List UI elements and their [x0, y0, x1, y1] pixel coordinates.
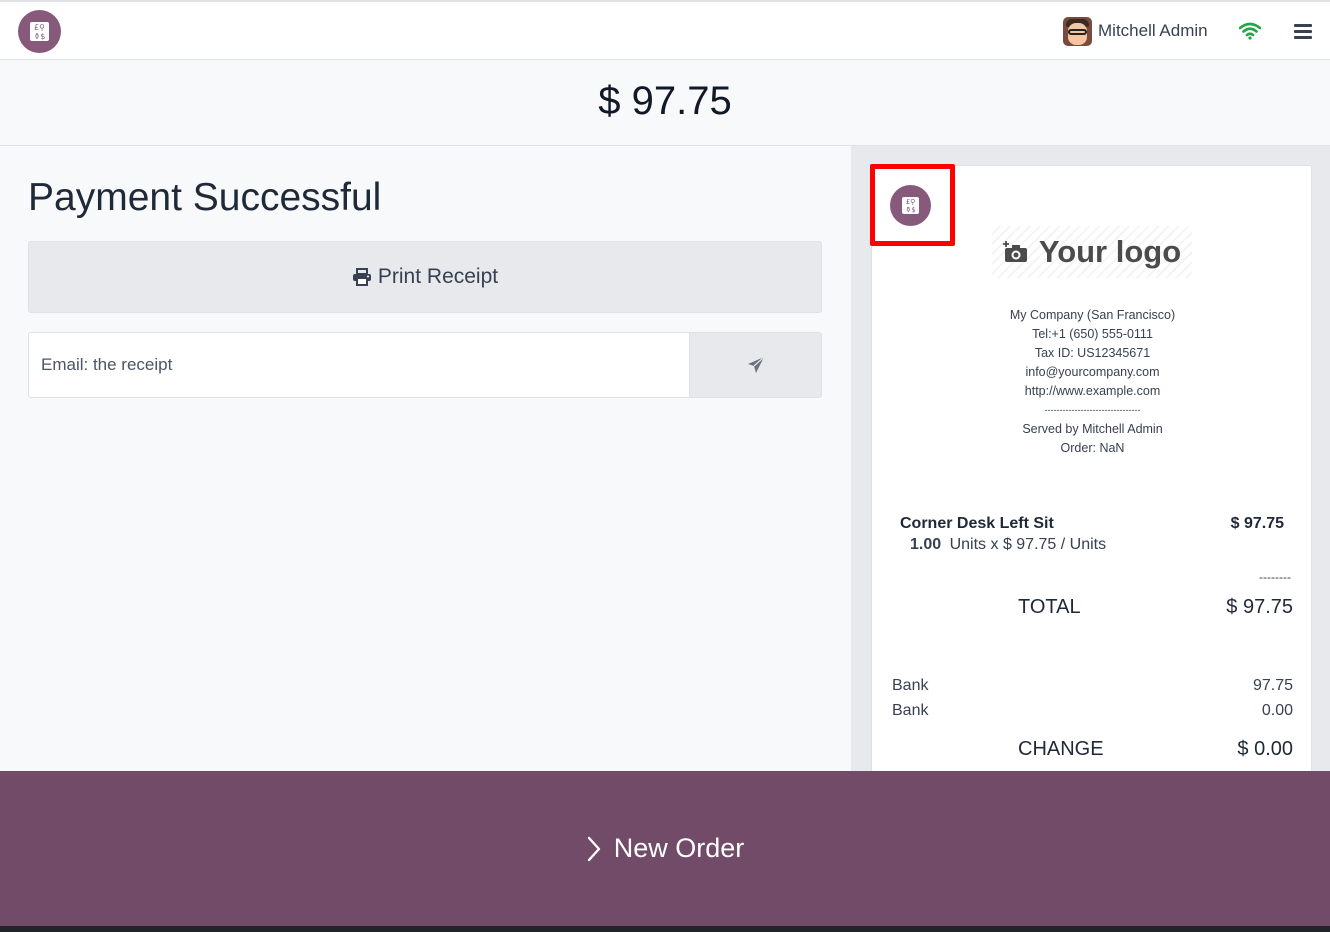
logo-placeholder: Your logo — [992, 226, 1192, 278]
print-receipt-button[interactable]: Print Receipt — [28, 241, 822, 313]
new-order-label: New Order — [613, 833, 745, 863]
line-product-name: Corner Desk Left Sit — [900, 515, 1054, 532]
line-unit-detail: Units x $ 97.75 / Units — [949, 536, 1107, 553]
send-email-button[interactable] — [689, 332, 822, 398]
company-phone: Tel:+1 (650) 555-0111 — [1032, 327, 1153, 341]
payment-amount: 0.00 — [1261, 702, 1293, 719]
chevron-right-icon — [587, 836, 600, 861]
payment-method: Bank — [892, 702, 929, 719]
receipt-line-item: Corner Desk Left Sit $ 97.75 1.00 Units … — [900, 515, 1284, 554]
company-tax-id: Tax ID: US12345671 — [1034, 346, 1151, 360]
company-name: My Company (San Francisco) — [1009, 308, 1176, 322]
user-name[interactable]: Mitchell Admin — [1098, 21, 1208, 41]
company-email: info@yourcompany.com — [1025, 365, 1160, 379]
line-price: $ 97.75 — [1230, 515, 1284, 532]
amount-due-strip: $ 97.75 — [0, 60, 1330, 146]
payment-line: Bank 0.00 — [892, 702, 1293, 720]
payment-method: Bank — [892, 677, 929, 694]
highlight-box — [870, 164, 955, 246]
odoo-pos-logo-icon[interactable]: £⚲ ⚱$ — [18, 10, 61, 53]
paper-plane-icon — [747, 356, 764, 373]
change-label: CHANGE — [1018, 738, 1104, 760]
served-by: Served by Mitchell Admin — [1022, 422, 1163, 436]
top-navbar: £⚲ ⚱$ Mitchell Admin — [0, 0, 1330, 60]
receipt: £⚲ ⚱$ Your logo My Company (San Francisco… — [870, 164, 1313, 785]
logo-placeholder-text: Your logo — [1038, 234, 1182, 269]
total-separator: -------- — [1259, 570, 1291, 584]
payment-line: Bank 97.75 — [892, 677, 1293, 695]
new-order-button[interactable]: New Order — [0, 771, 1330, 926]
company-info: My Company (San Francisco) Tel:+1 (650) … — [872, 306, 1313, 458]
total-label: TOTAL — [1018, 596, 1081, 618]
line-quantity: 1.00 — [910, 536, 942, 553]
line-detail: 1.00 Units x $ 97.75 / Units — [910, 536, 1284, 554]
wifi-icon[interactable] — [1239, 22, 1261, 40]
hamburger-menu-icon[interactable] — [1294, 24, 1312, 40]
bottom-edge — [0, 926, 1330, 932]
payment-amount: 97.75 — [1252, 677, 1293, 694]
print-receipt-label: Print Receipt — [377, 265, 499, 288]
amount-due: $ 97.75 — [598, 79, 732, 123]
camera-add-icon — [1002, 241, 1027, 262]
info-separator: -------------------------------- — [1044, 405, 1141, 415]
total-value: $ 97.75 — [1226, 596, 1293, 618]
email-receipt-input[interactable] — [28, 332, 689, 398]
company-website: http://www.example.com — [1024, 384, 1161, 398]
payment-status-title: Payment Successful — [28, 176, 382, 219]
change-value: $ 0.00 — [1237, 738, 1293, 760]
user-avatar[interactable] — [1063, 17, 1092, 46]
payment-panel: Payment Successful Print Receipt — [0, 146, 851, 771]
receipt-preview-panel: £⚲ ⚱$ Your logo My Company (San Francisco… — [851, 146, 1330, 785]
order-number: Order: NaN — [1060, 441, 1125, 455]
printer-icon — [352, 268, 371, 286]
